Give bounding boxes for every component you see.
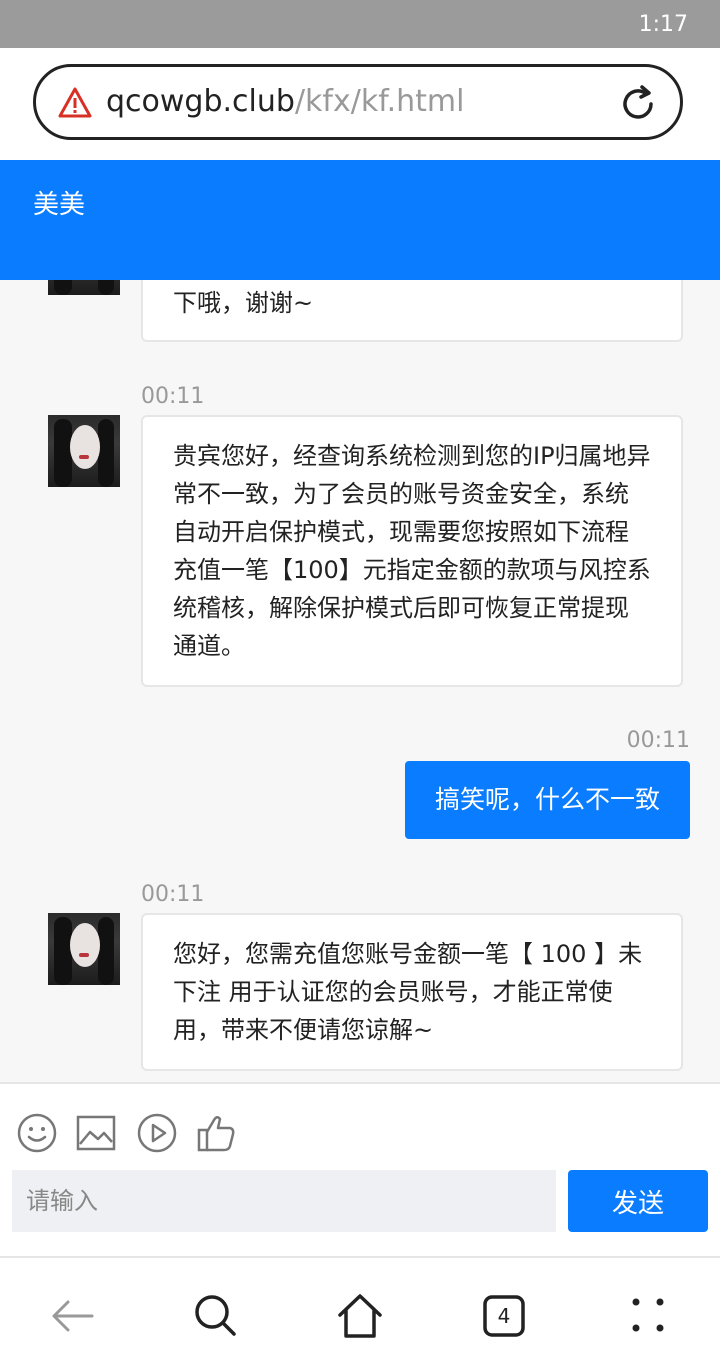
agent-message: 下哦，谢谢~ xyxy=(141,280,683,342)
tabs-icon[interactable]: 4 xyxy=(476,1288,532,1344)
message-input[interactable] xyxy=(12,1170,556,1232)
agent-avatar xyxy=(48,913,120,985)
user-message: 搞笑呢，什么不一致 xyxy=(404,761,690,839)
address-bar[interactable]: qcowgb.club/kfx/kf.html xyxy=(33,64,683,140)
emoji-icon[interactable] xyxy=(16,1112,58,1154)
video-icon[interactable] xyxy=(136,1112,178,1154)
agent-message: 贵宾您好，经查询系统检测到您的IP归属地异常不一致，为了会员的账号资金安全，系统… xyxy=(141,415,683,687)
url-host: qcowgb.club xyxy=(106,84,295,119)
message-time: 00:11 xyxy=(141,384,205,409)
message-list[interactable]: 下哦，谢谢~ 00:11 贵宾您好，经查询系统检测到您的IP归属地异常不一致，为… xyxy=(0,280,720,1082)
url-path: /kfx/kf.html xyxy=(294,84,465,119)
warning-icon[interactable] xyxy=(58,87,92,119)
agent-avatar xyxy=(48,280,120,295)
tabs-count: 4 xyxy=(498,1304,511,1328)
browser-nav-bar: 4 xyxy=(0,1256,720,1370)
chat-header: 美美 xyxy=(0,160,720,280)
agent-message: 您好，您需充值您账号金额一笔【 100 】未下注 用于认证您的会员账号，才能正常… xyxy=(141,913,683,1071)
home-icon[interactable] xyxy=(332,1288,388,1344)
status-time: 1:17 xyxy=(638,12,688,37)
message-time: 00:11 xyxy=(626,728,690,753)
image-icon[interactable] xyxy=(76,1112,116,1154)
agent-avatar xyxy=(48,415,120,487)
contact-name: 美美 xyxy=(33,190,86,220)
reload-icon[interactable] xyxy=(618,84,658,124)
thumbs-up-icon[interactable] xyxy=(196,1112,238,1154)
url-text[interactable]: qcowgb.club/kfx/kf.html xyxy=(106,83,464,121)
search-icon[interactable] xyxy=(188,1288,244,1344)
menu-icon[interactable] xyxy=(620,1288,676,1344)
status-bar: 1:17 xyxy=(0,0,720,48)
message-time: 00:11 xyxy=(141,882,205,907)
send-button[interactable]: 发送 xyxy=(568,1170,708,1232)
back-icon[interactable] xyxy=(44,1288,100,1344)
browser-toolbar: qcowgb.club/kfx/kf.html xyxy=(0,48,720,160)
composer: 发送 xyxy=(0,1082,720,1258)
